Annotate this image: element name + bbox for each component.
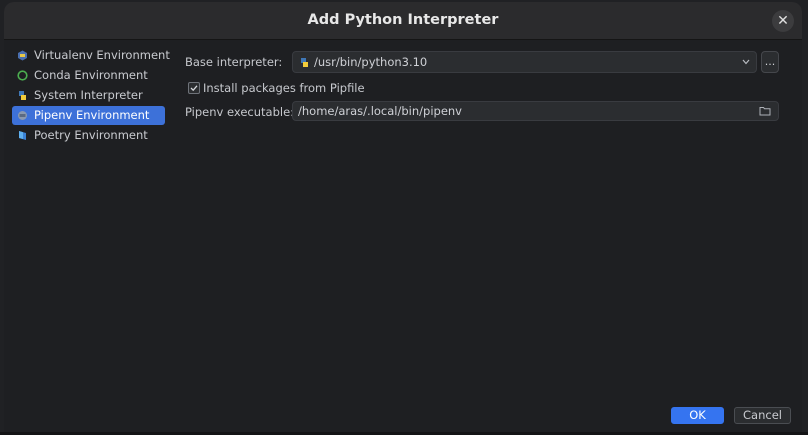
pipenv-executable-label: Pipenv executable: (185, 105, 295, 119)
sidebar-item-label: Pipenv Environment (34, 108, 150, 122)
virtualenv-icon (18, 50, 27, 61)
pipenv-executable-field[interactable]: /home/aras/.local/bin/pipenv (292, 101, 779, 121)
environment-type-list: Virtualenv Environment Conda Environment… (4, 40, 172, 432)
folder-icon[interactable] (759, 106, 771, 116)
browse-interpreter-button[interactable]: ... (761, 51, 779, 73)
sidebar-item-system[interactable]: System Interpreter (12, 86, 165, 105)
install-packages-checkbox[interactable] (188, 82, 200, 94)
sidebar-item-conda[interactable]: Conda Environment (12, 66, 165, 85)
title-bar[interactable]: Add Python Interpreter ✕ (4, 2, 802, 40)
pipenv-icon (18, 111, 27, 120)
pipenv-executable-value: /home/aras/.local/bin/pipenv (298, 104, 462, 118)
cancel-button[interactable]: Cancel (734, 407, 791, 424)
dialog-body: Virtualenv Environment Conda Environment… (4, 40, 802, 432)
sidebar-item-label: Virtualenv Environment (34, 48, 170, 62)
ok-button[interactable]: OK (671, 407, 724, 424)
sidebar-item-label: Conda Environment (34, 68, 148, 82)
close-icon: ✕ (777, 13, 789, 29)
python-icon (301, 58, 308, 67)
sidebar-item-label: System Interpreter (34, 88, 143, 102)
dialog-title: Add Python Interpreter (307, 12, 499, 28)
checkmark-icon (190, 85, 198, 92)
install-packages-label: Install packages from Pipfile (203, 81, 365, 95)
sidebar-item-poetry[interactable]: Poetry Environment (12, 126, 165, 145)
close-button[interactable]: ✕ (772, 10, 794, 32)
base-interpreter-value: /usr/bin/python3.10 (314, 55, 428, 69)
sidebar-item-label: Poetry Environment (34, 128, 148, 142)
chevron-down-icon (742, 59, 750, 65)
sidebar-item-virtualenv[interactable]: Virtualenv Environment (12, 46, 170, 65)
conda-icon (17, 70, 28, 81)
poetry-icon (19, 131, 26, 140)
base-interpreter-select[interactable]: /usr/bin/python3.10 (292, 51, 757, 73)
python-icon (19, 91, 26, 100)
dialog-window: Add Python Interpreter ✕ Virtualenv Envi… (0, 0, 808, 435)
sidebar-item-pipenv[interactable]: Pipenv Environment (12, 106, 165, 125)
base-interpreter-label: Base interpreter: (185, 55, 283, 69)
